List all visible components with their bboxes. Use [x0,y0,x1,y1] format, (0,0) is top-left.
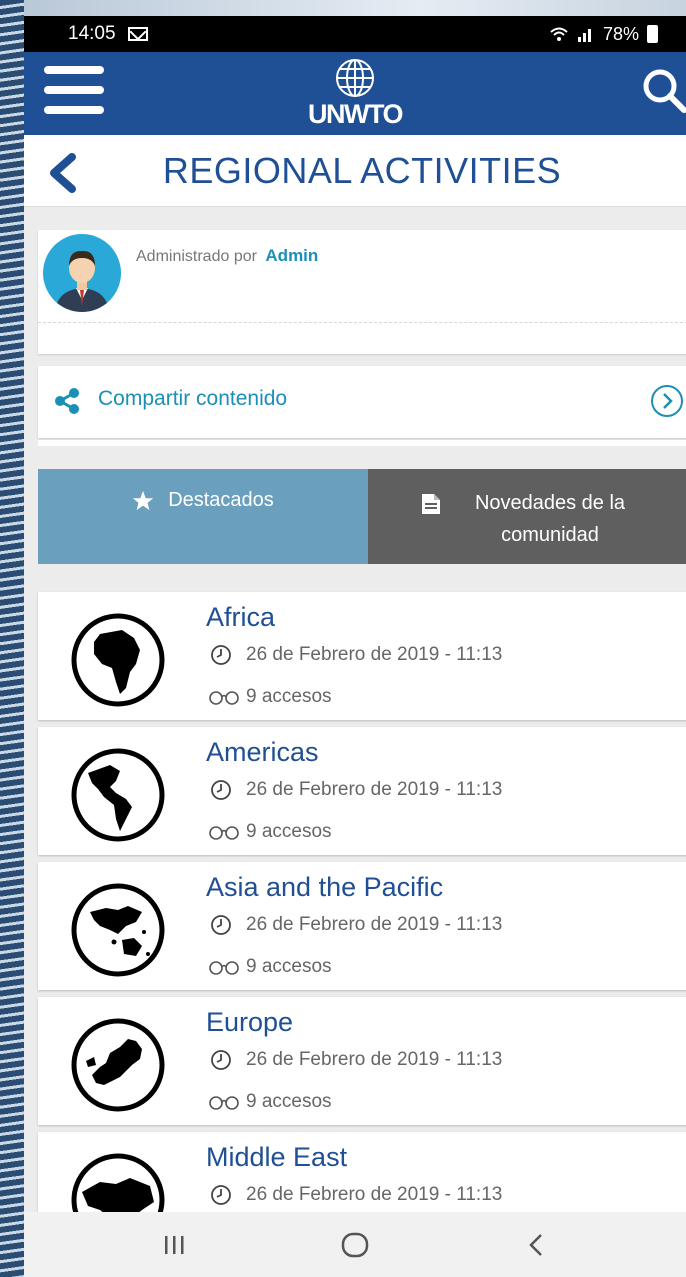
status-bar: 14:05 78% [24,16,686,52]
recent-apps-icon [165,1235,184,1254]
wifi-icon [550,27,568,41]
tab-community-news[interactable]: Novedades de la comunidad [368,469,686,564]
divider [38,322,686,323]
glasses-icon [209,961,239,975]
admin-name-link[interactable]: Admin [265,246,318,265]
back-button[interactable] [516,1225,556,1265]
item-title: Americas [206,737,319,767]
signal-icon [577,29,591,42]
phone-screen: 14:05 78% UNWTO REGIONAL ACTIVITIES Admi… [24,16,686,1277]
item-date: 26 de Febrero de 2019 - 11:13 [246,914,503,935]
share-icon [55,388,79,414]
item-views: 9 accesos [246,686,332,707]
region-list: Africa 26 de Febrero de 2019 - 11:13 9 a… [38,592,686,1267]
list-item[interactable]: Africa 26 de Febrero de 2019 - 11:13 9 a… [38,592,686,720]
menu-icon[interactable] [44,66,104,114]
tab-community-news-label: Novedades de la comunidad [474,492,626,546]
list-item[interactable]: Europe 26 de Febrero de 2019 - 11:13 9 a… [38,997,686,1125]
item-date: 26 de Febrero de 2019 - 11:13 [246,1049,503,1070]
item-title: Asia and the Pacific [206,872,444,902]
europe-globe-icon [71,1018,165,1112]
user-avatar-icon [55,250,109,312]
clock-icon [211,1185,231,1205]
unwto-logo: UNWTO [308,58,404,129]
back-nav-icon [528,1233,542,1256]
back-arrow-icon[interactable] [46,153,80,193]
system-nav-bar [24,1212,686,1277]
item-date: 26 de Febrero de 2019 - 11:13 [246,779,503,800]
battery-percent: 78% [602,23,639,44]
background-sky [24,0,686,16]
list-item[interactable]: Americas 26 de Febrero de 2019 - 11:13 9… [38,727,686,855]
page-title: REGIONAL ACTIVITIES [162,149,562,191]
share-label: Compartir contenido [98,387,288,410]
asia-pacific-globe-icon [71,883,165,977]
item-date: 26 de Febrero de 2019 - 11:13 [246,644,503,665]
item-date: 26 de Febrero de 2019 - 11:13 [246,1184,503,1205]
document-icon [422,494,440,514]
background-building [0,0,24,1277]
list-item[interactable]: Asia and the Pacific 26 de Febrero de 20… [38,862,686,990]
item-title: Africa [206,602,276,632]
africa-globe-icon [71,613,165,707]
share-card-footer [38,440,686,446]
home-icon [341,1232,369,1257]
home-button[interactable] [335,1225,375,1265]
app-bar: UNWTO [24,52,686,135]
tab-featured-label: Destacados [168,489,274,511]
admin-card: Administrado por Admin [38,230,686,354]
tab-featured[interactable]: Destacados [38,469,368,564]
admin-prefix: Administrado por [136,248,257,265]
recent-apps-button[interactable] [154,1225,194,1265]
clock-icon [211,915,231,935]
glasses-icon [209,826,239,840]
item-views: 9 accesos [246,821,332,842]
clock-icon [211,1050,231,1070]
globe-logo-icon [336,59,374,97]
glasses-icon [209,1096,239,1110]
star-icon [133,490,154,511]
status-time: 14:05 [68,23,116,44]
mail-icon [127,27,148,41]
search-icon[interactable] [640,66,686,116]
chevron-right-icon[interactable] [650,384,684,418]
item-title: Europe [206,1007,294,1037]
tab-bar: Destacados Novedades de la comunidad [38,469,686,564]
title-bar: REGIONAL ACTIVITIES [24,135,686,207]
logo-text: UNWTO [308,99,404,129]
glasses-icon [209,691,239,705]
item-title: Middle East [206,1142,348,1172]
item-views: 9 accesos [246,956,332,977]
clock-icon [211,780,231,800]
americas-globe-icon [71,748,165,842]
avatar [43,234,121,312]
item-views: 9 accesos [246,1091,332,1112]
clock-icon [211,645,231,665]
share-content-row[interactable]: Compartir contenido [38,366,686,438]
battery-icon [647,25,658,43]
